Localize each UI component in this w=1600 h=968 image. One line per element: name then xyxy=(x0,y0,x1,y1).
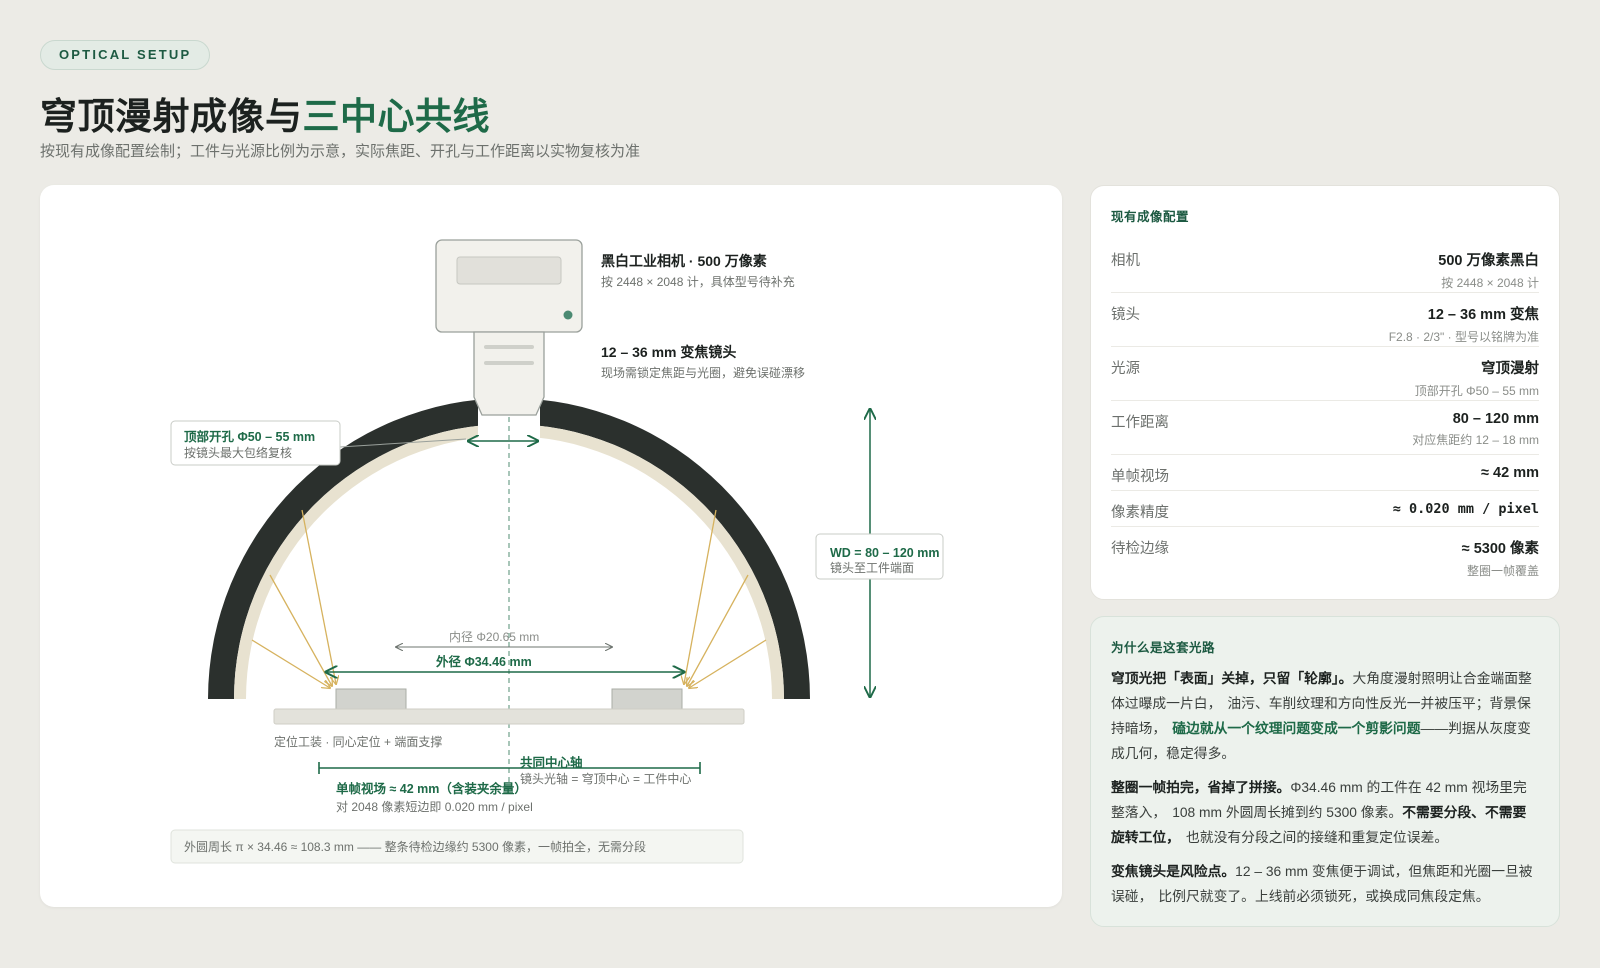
fov-label: 单帧视场 ≈ 42 mm（含装夹余量） xyxy=(336,781,527,796)
spec-value-sub: 按 2448 × 2048 计 xyxy=(1441,276,1539,290)
title-accent: 三中心共线 xyxy=(302,96,490,137)
spec-value-main: 穹顶漫射 xyxy=(1481,361,1539,377)
spec-row-fov: 单帧视场 ≈ 42 mm xyxy=(1111,455,1539,491)
diagram-card: 顶部开孔 Φ50 – 55 mm 按镜头最大包络复核 黑白工业相机 · 500 … xyxy=(40,185,1062,907)
lens-ring-1 xyxy=(484,345,534,349)
aperture-label: 顶部开孔 Φ50 – 55 mm xyxy=(184,429,315,444)
spec-value-main: 500 万像素黑白 xyxy=(1438,253,1539,269)
spec-value: 500 万像素黑白 按 2448 × 2048 计 xyxy=(1438,239,1539,291)
spec-label: 光源 xyxy=(1111,361,1140,377)
spec-value: 12 – 36 mm 变焦 F2.8 · 2/3" · 型号以铭牌为准 xyxy=(1389,293,1539,345)
camera-label: 黑白工业相机 · 500 万像素 xyxy=(601,253,767,269)
axis-sub: 镜头光轴 = 穹顶中心 = 工件中心 xyxy=(520,771,691,786)
spec-row-lens: 镜头 12 – 36 mm 变焦 F2.8 · 2/3" · 型号以铭牌为准 xyxy=(1111,293,1539,347)
camera-status-led xyxy=(563,310,573,320)
spec-label: 待检边缘 xyxy=(1111,541,1169,557)
spec-row-wd: 工作距离 80 – 120 mm 对应焦距约 12 – 18 mm xyxy=(1111,401,1539,455)
spec-value: ≈ 5300 像素 整圈一帧覆盖 xyxy=(1462,527,1539,579)
fov-sub: 对 2048 像素短边即 0.020 mm / pixel xyxy=(336,800,533,814)
lens-label: 12 – 36 mm 变焦镜头 xyxy=(601,344,736,360)
spec-label: 镜头 xyxy=(1111,307,1140,323)
page-subtitle: 按现有成像配置绘制；工件与光源比例为示意，实际焦距、开孔与工作距离以实物复核为准 xyxy=(40,143,641,160)
why-p1-lead: 穹顶光把「表面」关掉，只留「轮廓」。 xyxy=(1111,671,1353,686)
why-card: 为什么是这套光路 穹顶光把「表面」关掉，只留「轮廓」。大角度漫射照明让合金端面整… xyxy=(1090,616,1560,927)
spec-row-light: 光源 穹顶漫射 顶部开孔 Φ50 – 55 mm xyxy=(1111,347,1539,401)
why-paragraph-3: 变焦镜头是风险点。12 – 36 mm 变焦便于调试，但焦距和光圈一旦被误碰，比… xyxy=(1111,864,1533,904)
workpiece-left xyxy=(335,688,407,712)
why-p3-lead: 变焦镜头是风险点。 xyxy=(1111,864,1236,879)
wd-label: WD = 80 – 120 mm xyxy=(830,546,939,560)
spec-label: 相机 xyxy=(1111,253,1140,269)
fixture-base xyxy=(273,708,745,725)
spec-value: 80 – 120 mm 对应焦距约 12 – 18 mm xyxy=(1412,401,1539,448)
workpiece-right xyxy=(611,688,683,712)
spec-label: 单帧视场 xyxy=(1111,469,1169,485)
spec-value-main: ≈ 5300 像素 xyxy=(1461,541,1539,557)
lens-ring-2 xyxy=(484,361,534,365)
spec-label: 像素精度 xyxy=(1111,505,1169,521)
spec-value-main: ≈ 0.020 mm / pixel xyxy=(1392,501,1539,517)
spec-label: 工作距离 xyxy=(1111,415,1169,431)
spec-value: 穹顶漫射 顶部开孔 Φ50 – 55 mm xyxy=(1415,347,1539,399)
why-p1-highlight: 磕边就从一个纹理问题变成一个剪影问题 xyxy=(1172,721,1421,736)
spec-row-edge: 待检边缘 ≈ 5300 像素 整圈一帧覆盖 xyxy=(1111,527,1539,581)
spec-card: 现有成像配置 相机 500 万像素黑白 按 2448 × 2048 计 镜头 1… xyxy=(1090,185,1560,600)
aperture-sub: 按镜头最大包络复核 xyxy=(184,445,292,460)
page-title: 穹顶漫射成像与三中心共线 xyxy=(40,86,490,140)
spec-value-sub: 顶部开孔 Φ50 – 55 mm xyxy=(1414,384,1539,398)
spec-value-sub: F2.8 · 2/3" · 型号以铭牌为准 xyxy=(1388,330,1539,344)
why-heading: 为什么是这套光路 xyxy=(1111,641,1216,655)
spec-value-sub: 整圈一帧覆盖 xyxy=(1466,564,1539,578)
camera-display xyxy=(456,256,562,285)
inner-dia-label: 内径 Φ20.65 mm xyxy=(449,630,539,644)
title-prefix: 穹顶漫射成像与 xyxy=(40,96,303,137)
why-p2-lead: 整圈一帧拍完，省掉了拼接。 xyxy=(1111,780,1291,795)
axis-label: 共同中心轴 xyxy=(520,755,583,770)
camera-body xyxy=(435,239,583,333)
section-badge: OPTICAL SETUP xyxy=(40,40,211,70)
why-paragraph-1: 穹顶光把「表面」关掉，只留「轮廓」。大角度漫射照明让合金端面整体过曝成一片白，油… xyxy=(1111,671,1532,761)
lens-body xyxy=(473,331,545,416)
outer-dia-label: 外径 Φ34.46 mm xyxy=(435,654,532,669)
lens-sub: 现场需锁定焦距与光圈，避免误碰漂移 xyxy=(601,365,805,380)
fixture-label: 定位工装 · 同心定位 + 端面支撑 xyxy=(274,734,442,749)
spec-value-sub: 对应焦距约 12 – 18 mm xyxy=(1412,433,1539,447)
spec-row-camera: 相机 500 万像素黑白 按 2448 × 2048 计 xyxy=(1111,239,1539,293)
spec-value-main: 80 – 120 mm xyxy=(1452,411,1539,427)
spec-row-precision: 像素精度 ≈ 0.020 mm / pixel xyxy=(1111,491,1539,527)
optical-diagram: 顶部开孔 Φ50 – 55 mm 按镜头最大包络复核 黑白工业相机 · 500 … xyxy=(170,239,944,864)
wd-sub: 镜头至工件端面 xyxy=(830,560,914,575)
spec-value-main: ≈ 42 mm xyxy=(1481,465,1539,481)
footnote-text: 外圆周长 π × 34.46 ≈ 108.3 mm —— 整条待检边缘约 530… xyxy=(184,839,646,854)
spec-value: ≈ 42 mm xyxy=(1481,455,1539,481)
spec-heading: 现有成像配置 xyxy=(1111,210,1190,224)
spec-list: 相机 500 万像素黑白 按 2448 × 2048 计 镜头 12 – 36 … xyxy=(1111,239,1539,581)
spec-value-main: 12 – 36 mm 变焦 xyxy=(1427,307,1539,323)
spec-value: ≈ 0.020 mm / pixel xyxy=(1393,491,1539,517)
camera-sub: 按 2448 × 2048 计，具体型号待补充 xyxy=(601,274,795,289)
why-paragraph-2: 整圈一帧拍完，省掉了拼接。Φ34.46 mm 的工件在 42 mm 视场里完整落… xyxy=(1111,780,1527,845)
